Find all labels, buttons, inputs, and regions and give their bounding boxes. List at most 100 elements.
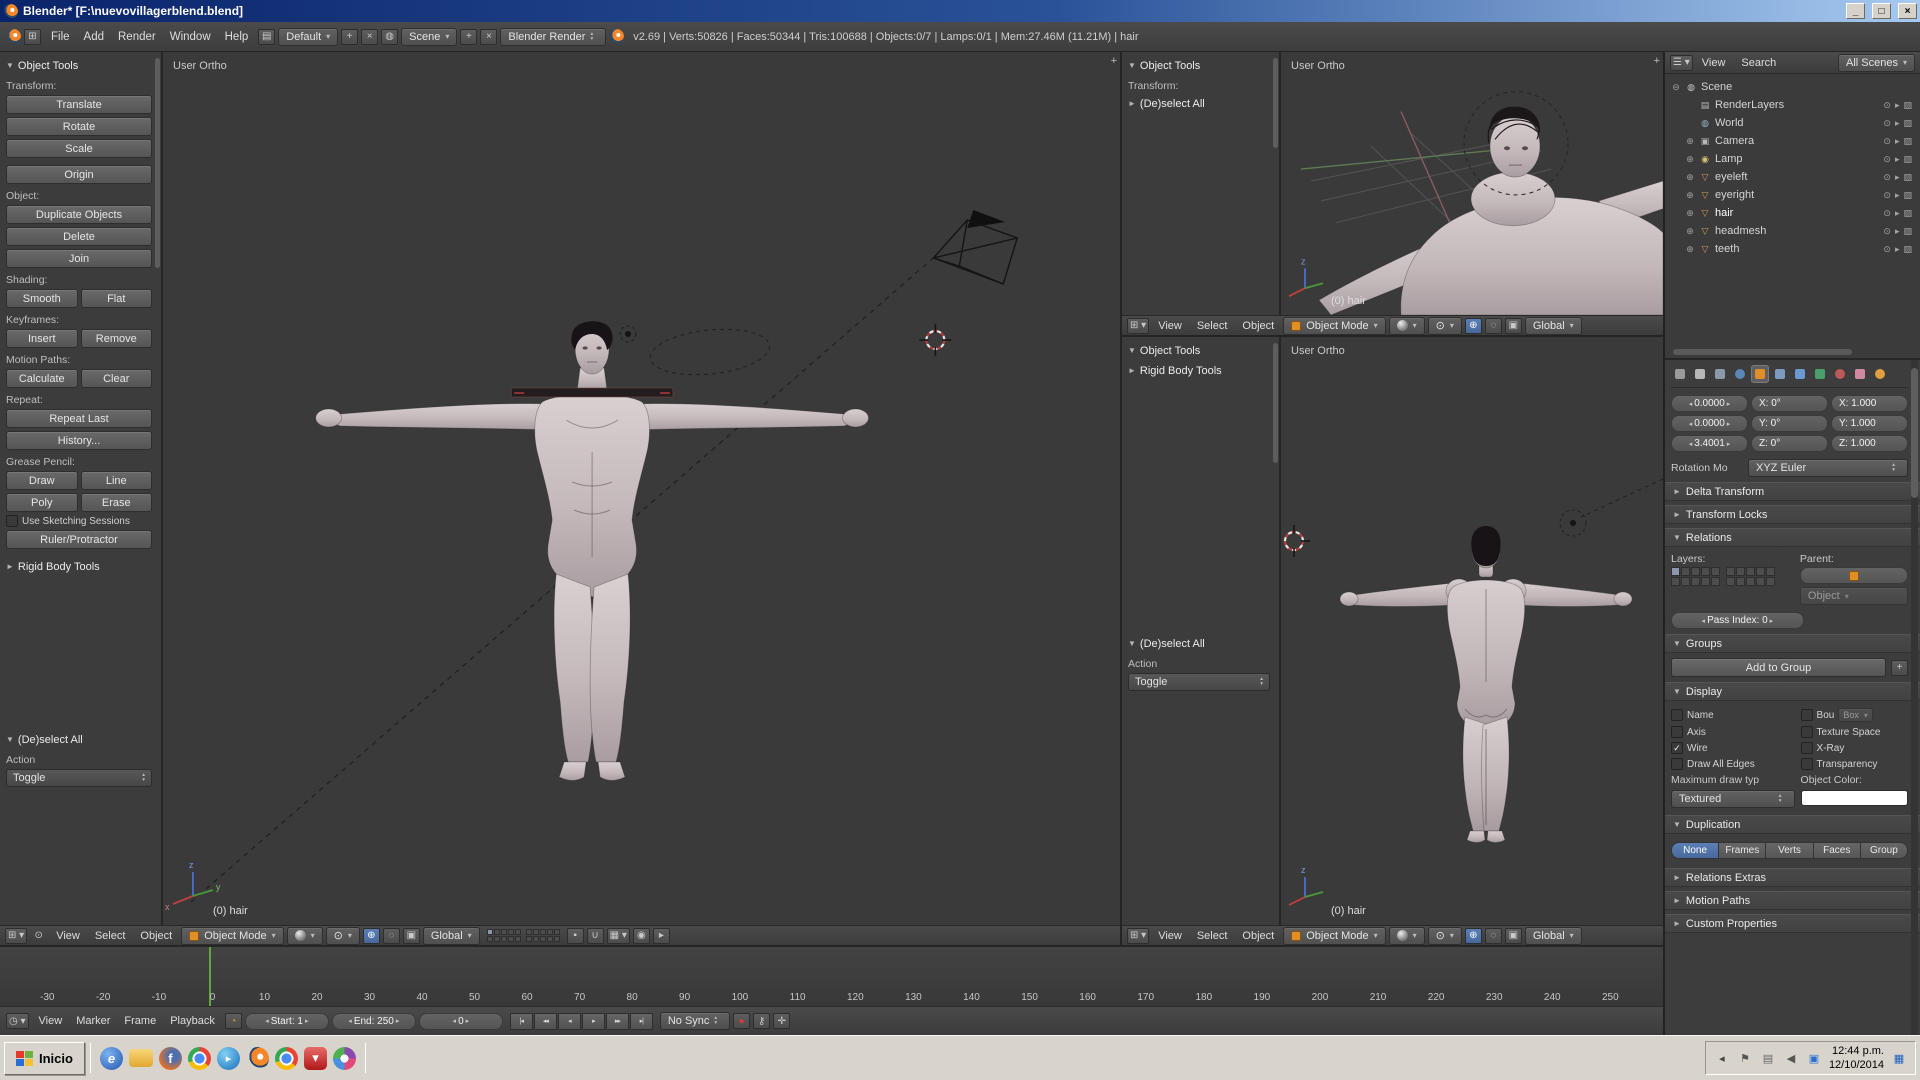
expand-icon[interactable]: ⊕ (1685, 190, 1695, 201)
renderability-camera-icon[interactable]: ▨ (1903, 172, 1912, 183)
render-opengl-button[interactable]: ◉ (633, 928, 650, 944)
gp-draw-button[interactable]: Draw (6, 471, 78, 490)
main-3d-viewport[interactable]: User Ortho + (0) hair (163, 52, 1120, 925)
layer-cell[interactable] (533, 936, 539, 942)
editor-type-button[interactable]: ⊞ ▾ (5, 928, 27, 944)
outliner-view-menu[interactable]: View (1695, 55, 1733, 71)
manipulator-scale-button-3[interactable]: ▣ (1505, 928, 1522, 944)
manipulator-rotate-button-2[interactable]: ◌ (1485, 318, 1502, 334)
sync-dropdown[interactable]: No Sync▴▾ (660, 1012, 730, 1030)
mode-dropdown-3[interactable]: Object Mode (1283, 927, 1385, 945)
outliner-item[interactable]: ⊕ ▣ Camera ⊙ ▸ ▨ (1671, 132, 1916, 150)
chrome-apps-icon[interactable] (275, 1047, 298, 1070)
pass-index-field[interactable]: ◂Pass Index: 0▸ (1671, 612, 1804, 629)
panel-delta-transform[interactable]: Delta Transform (1665, 482, 1920, 501)
panel-deselect-all-2[interactable]: (De)select All (1128, 95, 1270, 112)
bounds-type-dropdown[interactable]: Box (1838, 708, 1873, 722)
visibility-eye-icon[interactable]: ⊙ (1883, 118, 1891, 129)
xray-checkbox[interactable] (1801, 742, 1813, 754)
3d-cursor-2[interactable] (1285, 525, 1310, 557)
history-button[interactable]: History... (6, 431, 152, 450)
layer-cell[interactable] (494, 929, 500, 935)
parent-type-dropdown[interactable]: Object (1800, 587, 1908, 605)
3d-cursor[interactable] (919, 324, 951, 356)
panel-rigid-body-tools[interactable]: Rigid Body Tools (6, 558, 152, 575)
menu-item[interactable]: Render (111, 29, 163, 45)
media-player-icon[interactable]: ▸ (217, 1047, 240, 1070)
tray-device-icon[interactable]: ▤ (1760, 1050, 1776, 1066)
rotation-x-field[interactable]: X: 0° (1751, 395, 1828, 412)
blender-logo-icon[interactable] (6, 29, 21, 44)
playback-button[interactable]: ◂ (558, 1013, 581, 1030)
layer-cell[interactable] (487, 929, 493, 935)
panel-motion-paths[interactable]: Motion Paths (1665, 891, 1920, 910)
orientation-dropdown-2[interactable]: Global (1525, 317, 1582, 335)
visibility-eye-icon[interactable]: ⊙ (1883, 208, 1891, 219)
manipulator-rotate-button-3[interactable]: ◌ (1485, 928, 1502, 944)
visibility-eye-icon[interactable]: ⊙ (1883, 244, 1891, 255)
panel-transform-locks[interactable]: Transform Locks (1665, 505, 1920, 524)
axis-checkbox[interactable] (1671, 726, 1683, 738)
layer-cell[interactable] (1681, 577, 1690, 586)
use-preview-range-icon[interactable]: ◔ (225, 1013, 242, 1029)
layer-cell[interactable] (547, 936, 553, 942)
ruler-protractor-button[interactable]: Ruler/Protractor (6, 530, 152, 549)
panel-relations[interactable]: Relations (1665, 528, 1920, 547)
panel-relations-extras[interactable]: Relations Extras (1665, 868, 1920, 887)
render-engine-dropdown[interactable]: Blender Render▴▾ (500, 28, 606, 46)
tab-object[interactable] (1751, 365, 1769, 383)
menu-item[interactable]: Add (77, 29, 111, 45)
layer-cell[interactable] (540, 929, 546, 935)
max-draw-type-dropdown[interactable]: Textured▴▾ (1671, 790, 1795, 808)
smooth-button[interactable]: Smooth (6, 289, 78, 308)
manipulator-scale-button-2[interactable]: ▣ (1505, 318, 1522, 334)
panel-groups[interactable]: Groups (1665, 634, 1920, 653)
tab-object-data[interactable] (1811, 365, 1829, 383)
outliner-tree-body[interactable]: ⊖ ◍ Scene ▤ RenderLayers ⊙ (1665, 74, 1920, 346)
expand-icon[interactable]: ⊕ (1685, 226, 1695, 237)
visibility-eye-icon[interactable]: ⊙ (1883, 136, 1891, 147)
scene-expand-icon[interactable]: ⊖ (1671, 82, 1681, 93)
gp-erase-button[interactable]: Erase (81, 493, 153, 512)
duplicate-objects-button[interactable]: Duplicate Objects (6, 205, 152, 224)
layers-widget[interactable] (487, 929, 560, 942)
start-button[interactable]: Inicio (4, 1042, 85, 1075)
layer-cell[interactable] (1681, 567, 1690, 576)
rotate-button[interactable]: Rotate (6, 117, 152, 136)
tab-constraints[interactable] (1771, 365, 1789, 383)
scale-z-field[interactable]: Z: 1.000 (1831, 435, 1908, 452)
playback-button[interactable]: ◂◂ (534, 1013, 557, 1030)
layer-cell[interactable] (540, 936, 546, 942)
add-group-plus-button[interactable]: + (1891, 660, 1908, 676)
layer-cell[interactable] (508, 929, 514, 935)
layer-cell[interactable] (1726, 567, 1735, 576)
layer-cell[interactable] (494, 936, 500, 942)
translate-button[interactable]: Translate (6, 95, 152, 114)
panel-object-tools-3[interactable]: Object Tools (1128, 342, 1270, 359)
layer-cell[interactable] (1756, 577, 1765, 586)
view-menu-2[interactable]: View (1152, 319, 1188, 333)
tab-scene[interactable] (1711, 365, 1729, 383)
wire-checkbox[interactable] (1671, 742, 1683, 754)
selectability-arrow-icon[interactable]: ▸ (1895, 118, 1900, 129)
pivot-dropdown-2[interactable]: ⊙ (1428, 317, 1462, 335)
renderability-camera-icon[interactable]: ▨ (1903, 208, 1912, 219)
layer-cell[interactable] (554, 936, 560, 942)
scene-delete-button[interactable]: × (480, 29, 497, 45)
visibility-eye-icon[interactable]: ⊙ (1883, 172, 1891, 183)
use-sketching-checkbox[interactable] (6, 515, 18, 527)
maximize-button[interactable]: □ (1872, 3, 1891, 19)
shelf-scrollbar-2[interactable] (1273, 58, 1278, 148)
tray-network-icon[interactable]: ▣ (1806, 1050, 1822, 1066)
render-opengl-anim-button[interactable]: ▸ (653, 928, 670, 944)
location-x-field[interactable]: ◂0.0000▸ (1671, 395, 1748, 412)
visibility-eye-icon[interactable]: ⊙ (1883, 154, 1891, 165)
tray-volume-icon[interactable]: ◀ (1783, 1050, 1799, 1066)
tray-flag-icon[interactable]: ⚑ (1737, 1050, 1753, 1066)
menu-item[interactable]: Help (218, 29, 256, 45)
timeline-menu-item[interactable]: Marker (69, 1013, 117, 1029)
scene-row[interactable]: ⊖ ◍ Scene (1671, 78, 1916, 96)
timeline-ruler[interactable]: -30-20-100102030405060708090100110120130… (0, 947, 1663, 1007)
record-button[interactable]: ● (733, 1013, 750, 1029)
view-menu-3[interactable]: View (1152, 929, 1188, 943)
